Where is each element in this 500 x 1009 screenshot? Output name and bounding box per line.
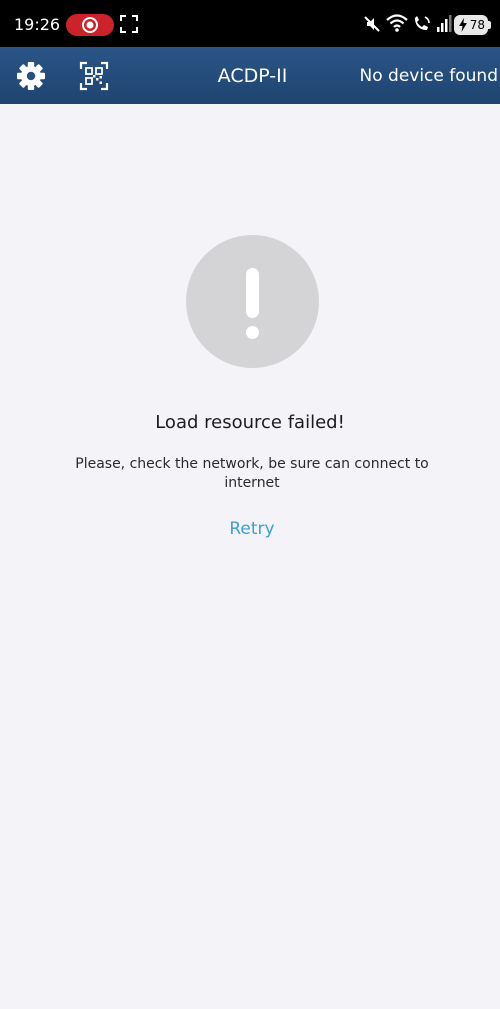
battery-cap [488, 21, 491, 29]
mute-icon [364, 16, 380, 32]
gear-icon[interactable] [14, 59, 48, 93]
screen-record-icon[interactable] [66, 14, 114, 36]
exclamation-bar [246, 268, 259, 318]
screenshot-frame-icon [120, 15, 138, 33]
error-message: Please, check the network, be sure can c… [75, 456, 429, 491]
error-title: Load resource failed! [155, 412, 345, 433]
exclamation-icon [186, 235, 319, 368]
retry-button[interactable]: Retry [200, 517, 304, 541]
exclamation-dot [246, 326, 259, 339]
status-bar: 19:26 78 [0, 0, 500, 47]
battery-icon: 78 [454, 15, 488, 35]
app-bar: ACDP-II No device found [0, 47, 500, 104]
status-time: 19:26 [14, 15, 61, 34]
wifi-icon [386, 14, 408, 32]
device-status[interactable]: No device found [360, 64, 499, 88]
battery-level: 78 [469, 18, 485, 32]
app-title: ACDP-II [217, 65, 288, 87]
volte-call-icon [415, 16, 430, 30]
signal-icon [437, 15, 452, 32]
qr-scan-icon[interactable] [77, 59, 111, 93]
